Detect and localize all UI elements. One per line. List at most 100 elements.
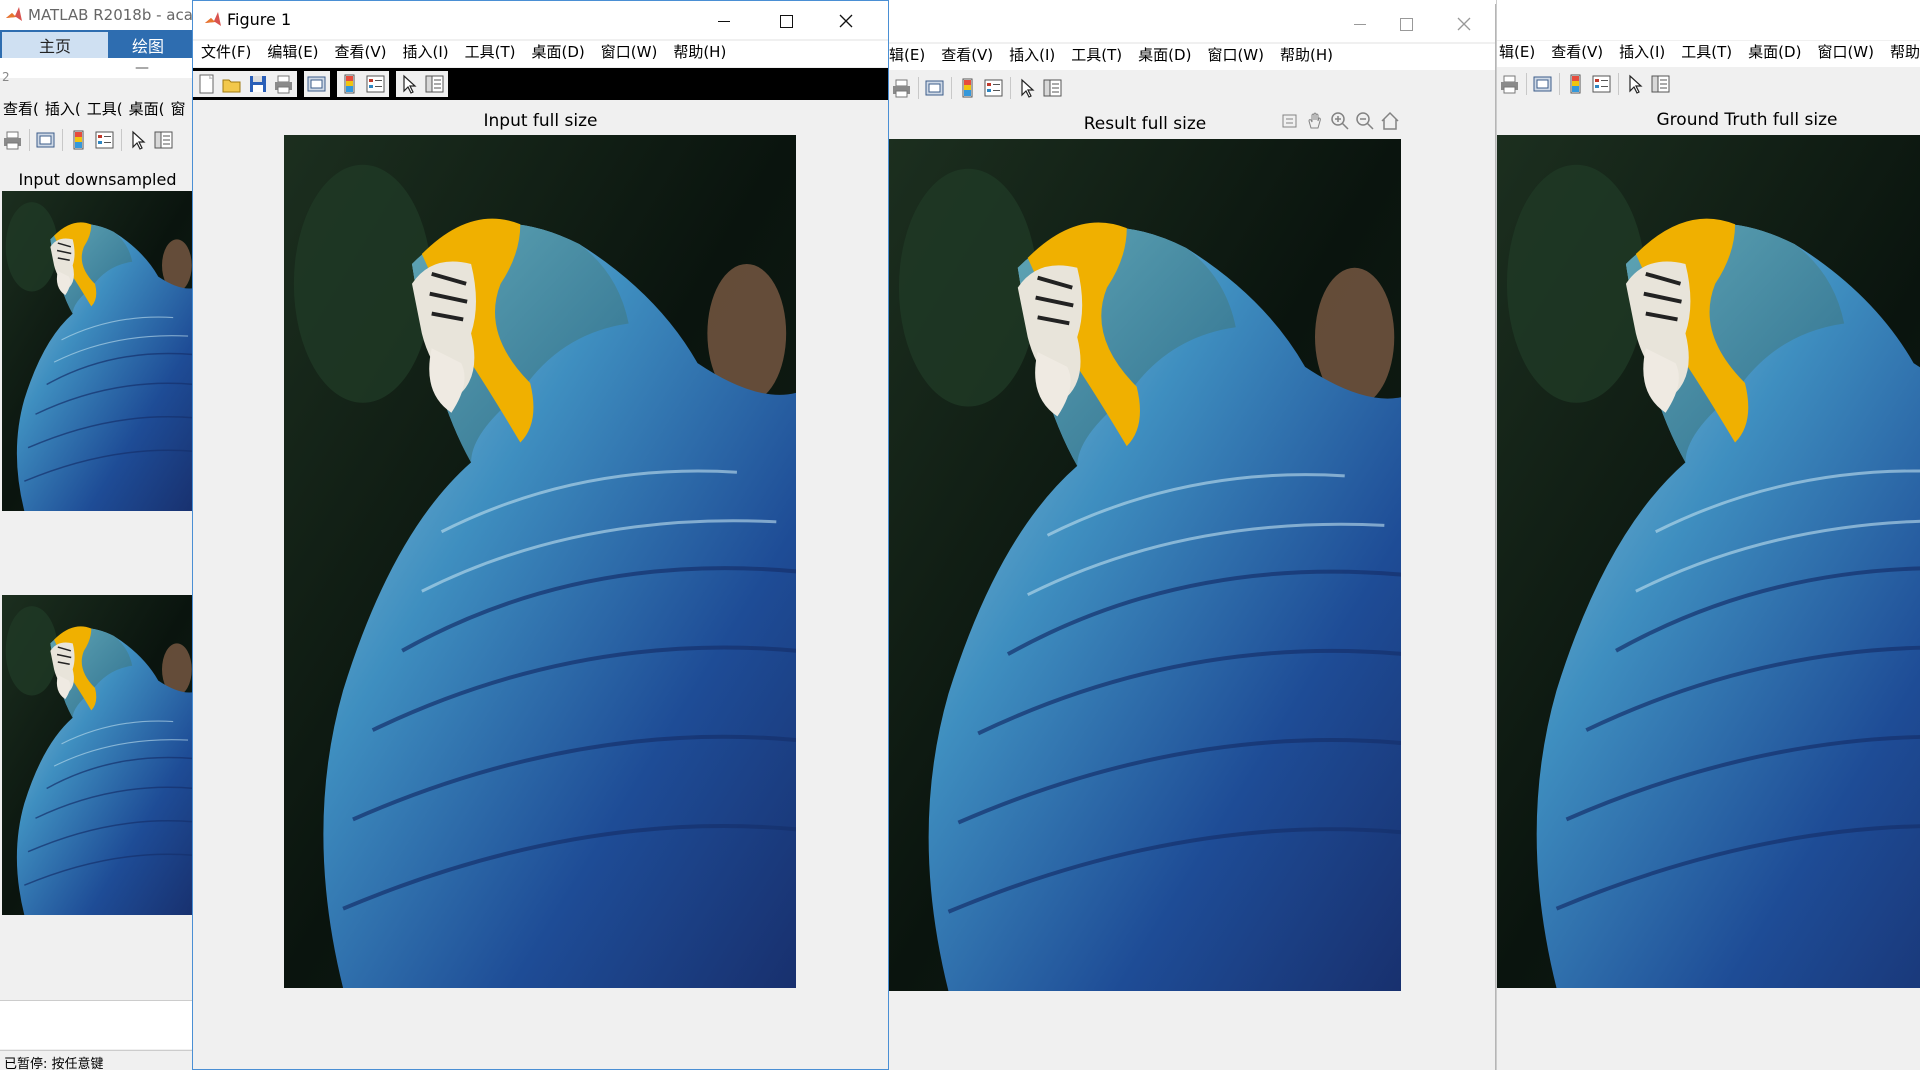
menu-view[interactable]: 查看( [0,98,42,122]
menu-help[interactable]: 帮助(H) [1272,44,1341,70]
figure3-window: 辑(E) 查看(V) 插入(I) 工具(T) 桌面(D) 窗口(W) 帮助(H)… [1496,0,1920,1070]
menu-tools[interactable]: 工具(T) [1063,44,1130,70]
property-editor-icon[interactable] [1648,71,1674,97]
pointer-icon[interactable] [396,71,422,97]
toolbar-separator [121,129,122,151]
menu-insert[interactable]: 插入(I) [1001,44,1063,70]
tab-home-label: 主页 [38,37,71,56]
menu-desktop[interactable]: 桌面(D) [1130,44,1199,70]
figure2-menubar: 辑(E) 查看(V) 插入(I) 工具(T) 桌面(D) 窗口(W) 帮助(H) [889,44,1495,70]
tab-plots-label: 绘图 [131,37,164,56]
menu-tools[interactable]: 工具( [84,98,126,122]
property-editor-icon[interactable] [1040,75,1066,101]
menu-view[interactable]: 查看(V) [327,41,395,67]
property-editor-icon[interactable] [151,127,177,153]
print-icon[interactable] [889,75,915,101]
figure1-menubar: 文件(F) 编辑(E) 查看(V) 插入(I) 工具(T) 桌面(D) 窗口(W… [193,41,888,67]
downsampled-image-top [2,191,195,511]
menu-window[interactable]: 窗 [167,98,188,122]
menu-tools[interactable]: 工具(T) [1673,41,1740,67]
menu-desktop[interactable]: 桌面(D) [524,41,593,67]
figure3-toolbar [1497,68,1920,100]
minimize-icon [718,20,730,22]
legend-icon[interactable] [1589,71,1615,97]
close-button[interactable] [815,1,877,41]
menu-window[interactable]: 窗口(W) [593,41,666,67]
figure1-toolbar [193,68,888,100]
menu-insert[interactable]: 插入( [42,98,84,122]
print-preview-icon[interactable] [304,71,330,97]
matlab-ribbon-tabs: 主页 绘图 [0,30,195,58]
matlab-window: MATLAB R2018b - acad 主页 绘图 2 — 查看( 插入( 工… [0,0,195,1070]
menu-edit[interactable]: 辑(E) [1497,41,1543,67]
pointer-icon[interactable] [1622,71,1648,97]
menu-edit[interactable]: 辑(E) [889,44,933,70]
downsampled-axes-title: Input downsampled [18,170,177,189]
minimize-icon[interactable]: — [135,60,149,76]
colorbar-icon[interactable] [337,71,363,97]
menu-view[interactable]: 查看(V) [1543,41,1611,67]
zoom-in-icon[interactable] [1329,110,1351,132]
property-editor-icon[interactable] [422,71,448,97]
matlab-logo-icon [4,5,24,25]
print-preview-icon[interactable] [33,127,59,153]
menu-help[interactable]: 帮助(H) [1882,41,1920,67]
maximize-button[interactable] [1375,4,1437,44]
toolbar-separator [1559,73,1560,95]
legend-icon[interactable] [363,71,389,97]
print-preview-icon[interactable] [1530,71,1556,97]
legend-icon[interactable] [92,127,118,153]
matlab-titlebar: MATLAB R2018b - acad [0,0,195,30]
minimize-button[interactable] [693,1,755,41]
print-icon[interactable] [271,71,297,97]
tab-plots[interactable]: 绘图 [108,32,188,58]
save-icon[interactable] [245,71,271,97]
colorbar-icon[interactable] [66,127,92,153]
ground-truth-axes-title: Ground Truth full size [1656,110,1838,130]
colorbar-icon[interactable] [955,75,981,101]
command-window[interactable] [0,1000,195,1049]
menu-desktop[interactable]: 桌面( [126,98,168,122]
print-icon[interactable] [1497,71,1523,97]
toolbar-separator [333,73,334,95]
matlab-toolbar [0,124,195,156]
maximize-button[interactable] [755,1,817,41]
tab-home[interactable]: 主页 [2,32,108,58]
menu-window[interactable]: 窗口(W) [1809,41,1882,67]
open-icon[interactable] [219,71,245,97]
figure1-titlebar: Figure 1 [193,1,888,39]
toolbar-separator [1010,77,1011,99]
zoom-out-icon[interactable] [1354,110,1376,132]
menu-view[interactable]: 查看(V) [933,44,1001,70]
pan-icon[interactable] [1304,110,1326,132]
menu-file[interactable]: 文件(F) [193,41,259,67]
legend-icon[interactable] [981,75,1007,101]
print-icon[interactable] [0,127,26,153]
close-icon [839,14,853,28]
colorbar-icon[interactable] [1563,71,1589,97]
status-text: 已暂停: 按任意键 [4,1057,104,1070]
menu-insert[interactable]: 插入(I) [1611,41,1673,67]
print-preview-icon[interactable] [922,75,948,101]
pointer-icon[interactable] [1014,75,1040,101]
toolbar-separator [392,73,393,95]
menu-desktop[interactable]: 桌面(D) [1740,41,1809,67]
toolbar-separator [29,129,30,151]
ground-truth-image [1497,135,1920,988]
toolbar-separator [62,129,63,151]
menu-help[interactable]: 帮助(H) [665,41,734,67]
pointer-icon[interactable] [125,127,151,153]
home-icon[interactable] [1379,110,1401,132]
brush-icon[interactable] [1279,110,1301,132]
menu-window[interactable]: 窗口(W) [1199,44,1272,70]
menu-tools[interactable]: 工具(T) [457,41,524,67]
input-axes-title: Input full size [483,111,598,131]
figure2-titlebar [889,4,1495,42]
new-figure-icon[interactable] [193,71,219,97]
line-number: 2 [2,70,10,84]
minimize-icon [1354,23,1366,25]
menu-insert[interactable]: 插入(I) [395,41,457,67]
input-image [284,135,796,988]
close-button[interactable] [1433,4,1495,44]
menu-edit[interactable]: 编辑(E) [259,41,326,67]
